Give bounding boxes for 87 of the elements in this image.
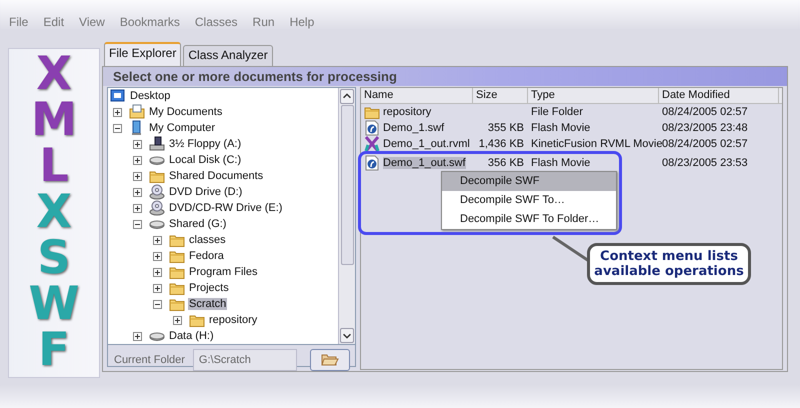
logo-letter: X: [36, 51, 72, 95]
table-cell: 356 KB: [488, 157, 524, 169]
expand-icon[interactable]: [153, 284, 162, 292]
table-cell: File Folder: [531, 106, 583, 118]
scroll-thumb[interactable]: [340, 105, 354, 265]
tree-item[interactable]: Local Disk (C:): [168, 154, 242, 166]
expand-icon[interactable]: [133, 156, 142, 164]
file-name[interactable]: repository: [383, 106, 432, 118]
table-cell: 1,436 KB: [478, 138, 524, 150]
table-cell: 08/24/2005 02:57: [662, 106, 748, 118]
table-cell: Flash Movie: [531, 157, 590, 169]
browse-button[interactable]: [310, 349, 350, 371]
callout-text: Context menu lists: [600, 249, 738, 264]
tree-item[interactable]: Fedora: [188, 250, 225, 262]
current-folder-field[interactable]: G:\Scratch: [192, 349, 297, 371]
logo-letter: L: [39, 143, 69, 187]
column-header[interactable]: Date Modified: [659, 88, 779, 103]
tree-item[interactable]: Scratch: [188, 298, 228, 310]
column-header[interactable]: Type: [528, 88, 659, 103]
tab[interactable]: File Explorer: [104, 42, 182, 66]
table-cell: 08/23/2005 23:48: [662, 122, 748, 134]
expand-icon[interactable]: [113, 108, 122, 116]
x-logo-icon: [364, 136, 380, 152]
tree-item[interactable]: Desktop: [129, 90, 172, 102]
menu-item[interactable]: File: [9, 14, 28, 32]
callout-text: available operations: [594, 264, 744, 279]
tree-item[interactable]: classes: [188, 234, 227, 246]
logo-letter: M: [31, 97, 77, 141]
file-name[interactable]: Demo_1.swf: [383, 122, 444, 134]
flash-file-icon: [364, 120, 380, 136]
menu-item[interactable]: Help: [290, 14, 314, 32]
menu-item[interactable]: Decompile SWF: [442, 172, 616, 191]
collapse-icon[interactable]: [113, 124, 122, 132]
tree-item[interactable]: Data (H:): [168, 330, 215, 342]
flash-file-icon: [364, 155, 380, 171]
logo-letter: W: [28, 281, 80, 325]
tree-item[interactable]: Shared (G:): [168, 218, 228, 230]
expand-icon[interactable]: [153, 268, 162, 276]
logo-letter: F: [38, 327, 70, 371]
table-cell: Flash Movie: [531, 122, 590, 134]
column-header[interactable]: Name: [361, 88, 473, 103]
file-name[interactable]: Demo_1_out.rvml: [383, 138, 470, 150]
tab[interactable]: Class Analyzer: [183, 45, 273, 66]
disc-drive-icon: [149, 200, 165, 216]
tree-item[interactable]: Projects: [188, 282, 230, 294]
tree-item[interactable]: My Documents: [148, 106, 224, 118]
expand-icon[interactable]: [133, 172, 142, 180]
menu-item[interactable]: View: [79, 14, 105, 32]
table-cell: 355 KB: [488, 122, 524, 134]
logo-letter: X: [36, 189, 72, 233]
menu-item[interactable]: Decompile SWF To Folder…: [442, 210, 616, 229]
expand-icon[interactable]: [173, 316, 182, 324]
menu-item[interactable]: Run: [252, 14, 275, 32]
expand-icon[interactable]: [133, 204, 142, 212]
documents-icon: [129, 104, 145, 120]
menu-item[interactable]: Decompile SWF To…: [442, 191, 616, 210]
scroll-up-icon[interactable]: [340, 89, 354, 104]
expand-icon[interactable]: [153, 252, 162, 260]
tree-item[interactable]: repository: [208, 314, 258, 326]
field-label: Current Folder: [114, 354, 185, 366]
collapse-icon[interactable]: [133, 220, 142, 228]
expand-icon[interactable]: [133, 140, 142, 148]
floppy-drive-icon: [149, 136, 165, 152]
tree-item[interactable]: DVD Drive (D:): [168, 186, 244, 198]
menu-item[interactable]: Classes: [194, 14, 238, 32]
instruction-bar: Select one or more documents for processing: [103, 67, 787, 86]
expand-icon[interactable]: [153, 236, 162, 244]
table-cell: 08/23/2005 23:53: [662, 157, 748, 169]
disc-drive-icon: [149, 184, 165, 200]
collapse-icon[interactable]: [153, 300, 162, 308]
expand-icon[interactable]: [133, 332, 142, 340]
scroll-down-icon[interactable]: [340, 328, 354, 343]
menu-item[interactable]: Bookmarks: [120, 14, 180, 32]
column-header[interactable]: Size: [473, 88, 528, 103]
file-name[interactable]: Demo_1_out.swf: [383, 157, 466, 169]
table-cell: 08/24/2005 02:57: [662, 138, 748, 150]
tree-item[interactable]: DVD/CD-RW Drive (E:): [168, 202, 284, 214]
scrollbar[interactable]: [338, 88, 355, 344]
tree-item[interactable]: 3½ Floppy (A:): [168, 138, 242, 150]
expand-icon[interactable]: [133, 188, 142, 196]
tree-item[interactable]: Shared Documents: [168, 170, 264, 182]
folder-icon: [321, 354, 339, 366]
tree-item[interactable]: Program Files: [188, 266, 258, 278]
menu-item[interactable]: Edit: [43, 14, 64, 32]
table-cell: KineticFusion RVML Movie: [531, 138, 662, 150]
tree-item[interactable]: My Computer: [148, 122, 216, 134]
logo-letter: S: [37, 235, 71, 279]
